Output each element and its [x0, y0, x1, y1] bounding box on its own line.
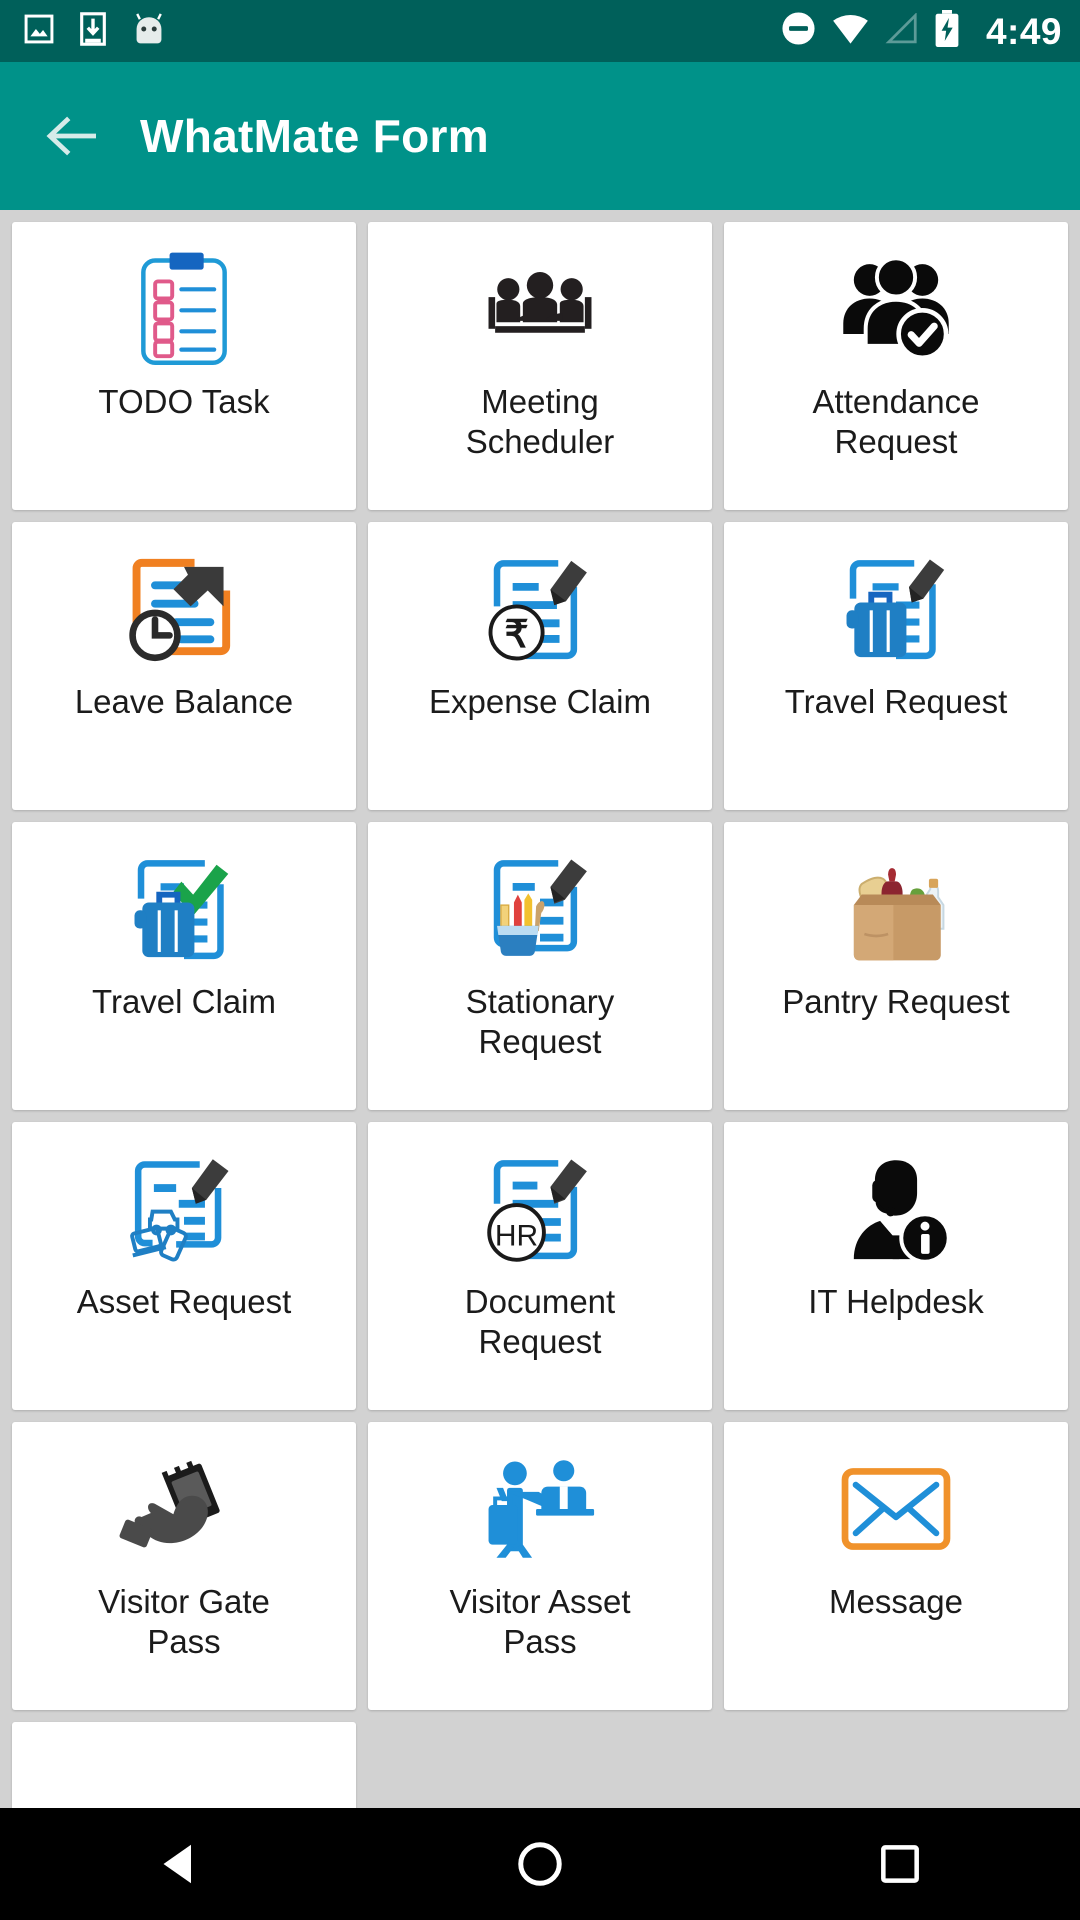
- tile-label: Attendance Request: [812, 383, 980, 461]
- envelope-icon: [724, 1450, 1068, 1568]
- tile-label: Visitor Asset Pass: [449, 1583, 631, 1661]
- status-bar-left-icons: [24, 11, 166, 51]
- page-title: WhatMate Form: [140, 110, 489, 162]
- tile-label: Stationary Request: [465, 983, 615, 1061]
- tile-label: Visitor Gate Pass: [98, 1583, 270, 1661]
- tile-todo-task[interactable]: TODO Task: [12, 222, 356, 510]
- document-pencil-hr-icon: HR: [368, 1150, 712, 1268]
- screenshot-image-icon: [24, 13, 54, 50]
- tile-label: Travel Request: [784, 683, 1008, 720]
- tile-visitor-asset-pass[interactable]: Visitor Asset Pass: [368, 1422, 712, 1710]
- download-icon: [80, 11, 106, 51]
- group-check-icon: [724, 250, 1068, 368]
- recents-square-button[interactable]: [825, 1808, 975, 1920]
- tile-label: Message: [829, 1583, 963, 1620]
- back-triangle-button[interactable]: [105, 1808, 255, 1920]
- phone-screen: 4:49 WhatMate Form TODO Task Meeting Sch…: [0, 0, 1080, 1920]
- tile-document-request[interactable]: HR Document Request: [368, 1122, 712, 1410]
- partial-tile-icon: [12, 1750, 356, 1808]
- document-suitcase-check-icon: [12, 850, 356, 968]
- svg-text:HR: HR: [495, 1219, 538, 1252]
- document-pencil-suitcase-icon: [724, 550, 1068, 668]
- tile-asset-request[interactable]: Asset Request: [12, 1122, 356, 1410]
- tile-it-helpdesk[interactable]: IT Helpdesk: [724, 1122, 1068, 1410]
- document-pencil-stationery-cup-icon: [368, 850, 712, 968]
- document-pencil-assets-icon: [12, 1150, 356, 1268]
- tile-label: TODO Task: [98, 383, 270, 420]
- tile-label: Leave Balance: [74, 683, 294, 720]
- form-grid-scroll-area[interactable]: TODO Task Meeting Scheduler Attendance R…: [0, 210, 1080, 1808]
- clipboard-checklist-icon: [12, 250, 356, 368]
- grocery-bag-icon: [724, 850, 1068, 968]
- app-bar: WhatMate Form: [0, 62, 1080, 210]
- document-clock-arrow-icon: [12, 550, 356, 668]
- form-grid: TODO Task Meeting Scheduler Attendance R…: [0, 210, 1080, 1808]
- status-bar-right-icons: 4:49: [781, 10, 1062, 52]
- status-bar: 4:49: [0, 0, 1080, 62]
- tile-label: IT Helpdesk: [808, 1283, 984, 1320]
- tile-leave-balance[interactable]: Leave Balance: [12, 522, 356, 810]
- visitor-reception-luggage-icon: [368, 1450, 712, 1568]
- battery-charging-icon: [934, 10, 960, 52]
- tile-label: Expense Claim: [429, 683, 651, 720]
- android-navigation-bar: [0, 1808, 1080, 1920]
- tile-travel-request[interactable]: Travel Request: [724, 522, 1068, 810]
- home-circle-button[interactable]: [465, 1808, 615, 1920]
- meeting-people-table-icon: [368, 250, 712, 368]
- document-pencil-rupee-icon: ₹: [368, 550, 712, 668]
- tile-label: Document Request: [464, 1283, 616, 1361]
- svg-text:₹: ₹: [505, 614, 529, 656]
- android-marshmallow-face-icon: [132, 12, 166, 51]
- cellular-signal-icon: [885, 11, 918, 50]
- tile-meeting-scheduler[interactable]: Meeting Scheduler: [368, 222, 712, 510]
- do-not-disturb-icon: [781, 11, 816, 51]
- tile-label: Meeting Scheduler: [465, 383, 615, 461]
- tile-message[interactable]: Message: [724, 1422, 1068, 1710]
- tile-attendance-request[interactable]: Attendance Request: [724, 222, 1068, 510]
- tile-label: Asset Request: [76, 1283, 292, 1320]
- tile-label: Pantry Request: [782, 983, 1010, 1020]
- tile-pantry-request[interactable]: Pantry Request: [724, 822, 1068, 1110]
- tile-travel-claim[interactable]: Travel Claim: [12, 822, 356, 1110]
- hand-holding-pass-icon: [12, 1450, 356, 1568]
- tile-partial-next-row[interactable]: [12, 1722, 356, 1808]
- wifi-icon: [832, 13, 869, 50]
- status-bar-clock: 4:49: [985, 10, 1062, 52]
- tile-visitor-gate-pass[interactable]: Visitor Gate Pass: [12, 1422, 356, 1710]
- support-agent-info-icon: [724, 1150, 1068, 1268]
- tile-stationary-request[interactable]: Stationary Request: [368, 822, 712, 1110]
- tile-expense-claim[interactable]: ₹ Expense Claim: [368, 522, 712, 810]
- tile-label: Travel Claim: [92, 983, 276, 1020]
- back-arrow-icon[interactable]: [46, 116, 97, 156]
